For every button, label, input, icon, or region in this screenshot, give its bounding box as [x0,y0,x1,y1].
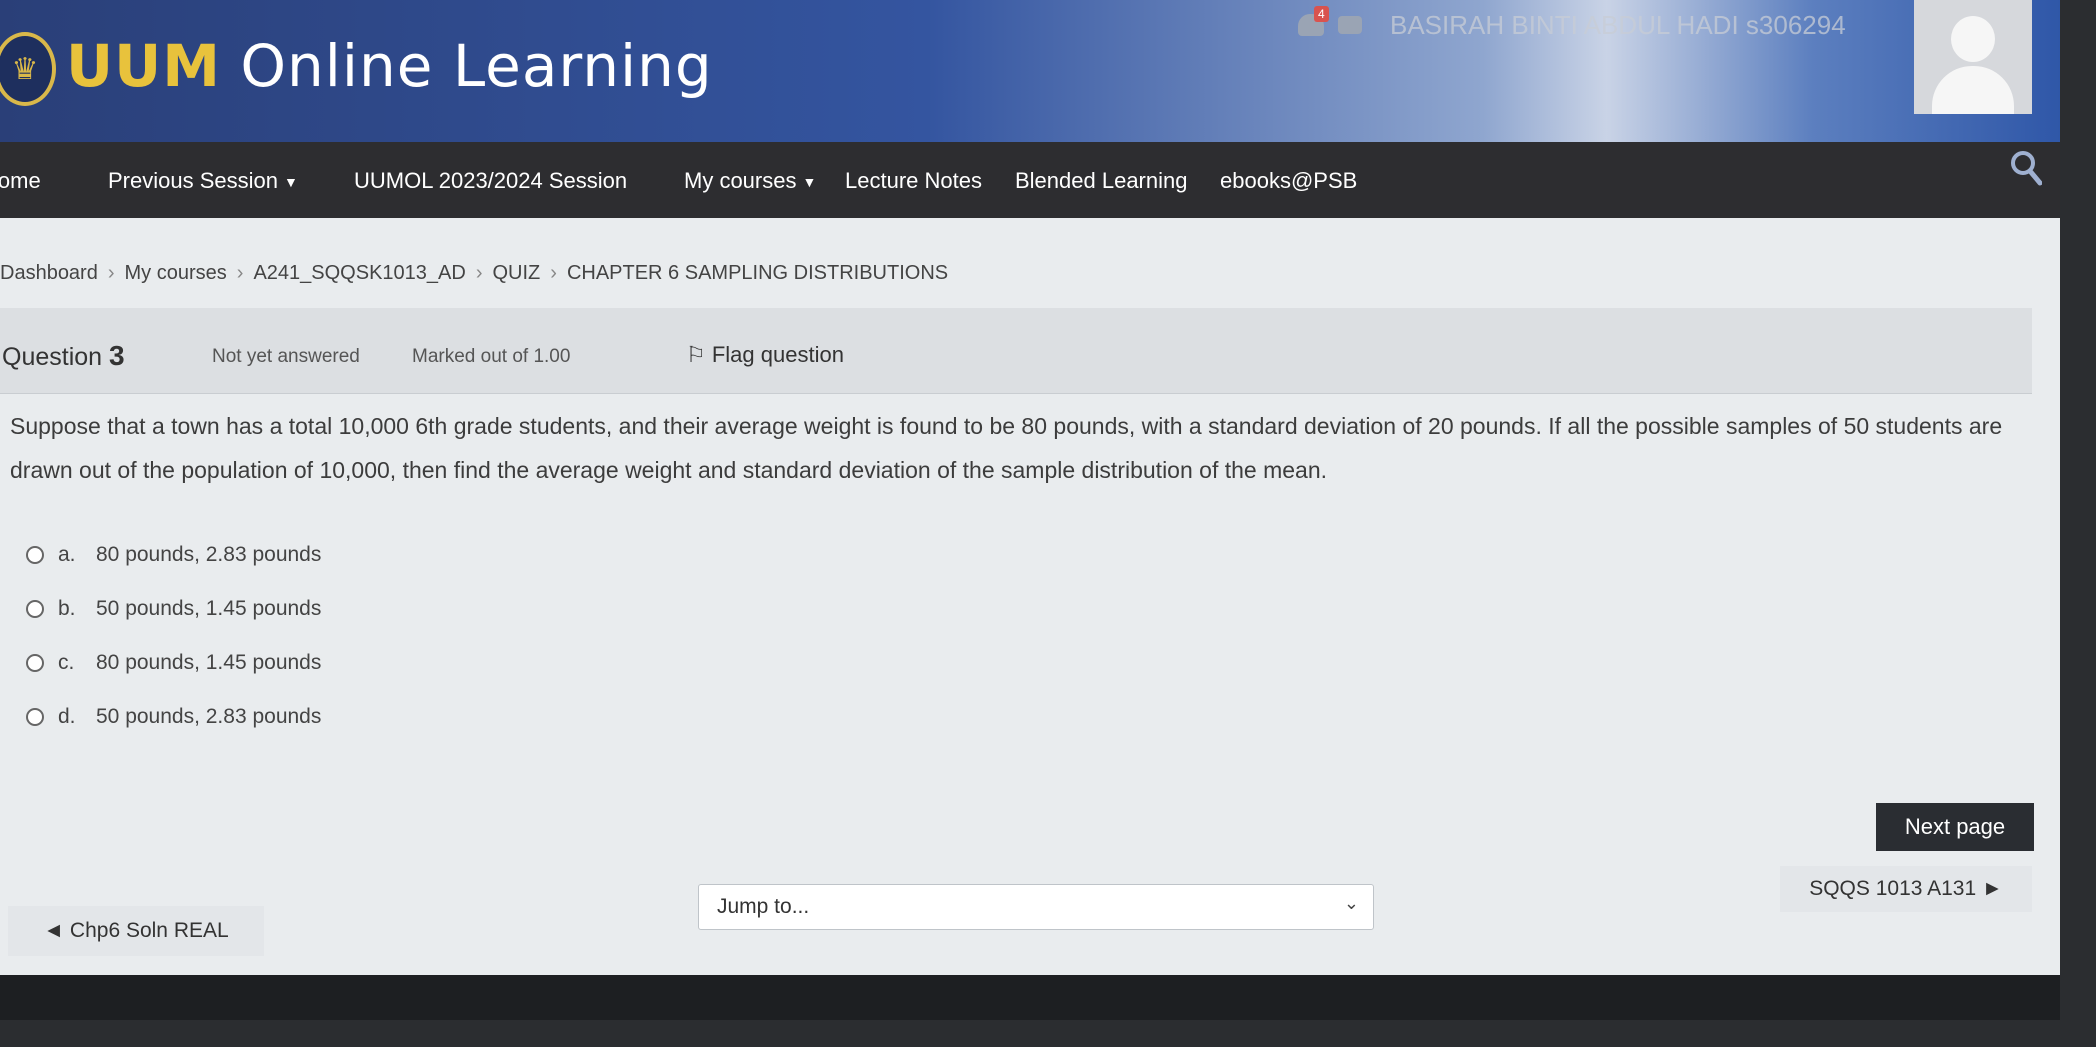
radio-button[interactable] [26,600,44,618]
notification-area: 4 [1298,6,1362,36]
answer-option-a[interactable]: a. 80 pounds, 2.83 pounds [26,528,321,582]
nav-blended-learning[interactable]: Blended Learning [1015,168,1187,194]
previous-activity-link[interactable]: ◄ Chp6 Soln REAL [8,906,264,956]
answer-options: a. 80 pounds, 2.83 pounds b. 50 pounds, … [26,528,321,744]
flag-icon: ⚐ [686,342,706,367]
question-text: Suppose that a town has a total 10,000 6… [10,413,2003,483]
university-logo-icon[interactable]: ♛ [0,32,56,106]
caret-down-icon: ▼ [802,174,817,191]
question-title: Question 3 [2,340,125,372]
nav-my-courses[interactable]: My courses ▼ [684,168,816,194]
bell-icon[interactable]: 4 [1298,6,1329,36]
answer-letter: b. [58,597,76,620]
radio-button[interactable] [26,654,44,672]
next-activity-link[interactable]: SQQS 1013 A131 ► [1780,866,2032,912]
breadcrumb-dashboard[interactable]: Dashboard [0,262,98,284]
question-status: Not yet answered [212,346,360,367]
caret-down-icon: ▼ [283,174,298,191]
main-content: Dashboard › My courses › A241_SQQSK1013_AD › Q… [0,218,2060,975]
answer-text[interactable]: 50 pounds, 2.83 pounds [96,705,321,729]
next-page-button[interactable]: Next page [1876,803,2034,851]
breadcrumb-separator-icon: › [550,262,557,284]
breadcrumb-separator-icon: › [107,262,115,284]
radio-button[interactable] [26,708,44,726]
nav-lecture-notes[interactable]: Lecture Notes [845,168,982,194]
nav-home[interactable]: Home [0,168,41,194]
question-number: 3 [109,340,125,371]
breadcrumb: Dashboard › My courses › A241_SQQSK1013_AD › Q… [0,262,948,285]
notification-badge: 4 [1314,6,1329,22]
nav-uumol-session[interactable]: UUMOL 2023/2024 Session [354,168,627,194]
avatar[interactable] [1914,0,2032,114]
flag-question-button[interactable]: ⚐ Flag question [686,342,844,368]
answer-text[interactable]: 80 pounds, 1.45 pounds [96,651,321,675]
breadcrumb-separator-icon: › [475,262,483,284]
messages-icon[interactable] [1338,16,1362,34]
jump-to-select[interactable]: Jump to... ⌄ [698,884,1374,930]
flag-question-label: Flag question [711,342,844,367]
search-icon[interactable] [2010,150,2042,186]
breadcrumb-my-courses[interactable]: My courses [125,262,227,284]
breadcrumb-separator-icon: › [236,262,244,284]
radio-button[interactable] [26,546,44,564]
nav-previous-session-label: Previous Session [108,168,278,193]
site-header: ♛ UUM Online Learning 4 BASIRAH BINTI AB… [0,0,2060,142]
main-navbar: Home Previous Session ▼ UUMOL 2023/2024 S… [0,142,2060,218]
jump-to-label: Jump to... [717,895,810,918]
answer-option-b[interactable]: b. 50 pounds, 1.45 pounds [26,582,321,636]
answer-letter: a. [58,543,76,566]
question-info-bar: Question 3 Not yet answered Marked out o… [0,308,2032,394]
user-menu[interactable]: BASIRAH BINTI ABDUL HADI s306294 [1390,10,1846,41]
avatar-body [1932,66,2014,114]
question-label: Question [2,343,103,371]
site-title[interactable]: UUM Online Learning [66,32,713,100]
site-title-brand: UUM [66,32,221,100]
question-marks: Marked out of 1.00 [412,346,571,367]
nav-my-courses-label: My courses [684,168,797,193]
nav-ebooks[interactable]: ebooks@PSB [1220,168,1357,194]
nav-previous-session[interactable]: Previous Session ▼ [108,168,298,194]
answer-letter: d. [58,705,76,728]
breadcrumb-quiz[interactable]: QUIZ [492,262,540,284]
answer-option-c[interactable]: c. 80 pounds, 1.45 pounds [26,636,321,690]
breadcrumb-chapter[interactable]: CHAPTER 6 SAMPLING DISTRIBUTIONS [567,262,948,284]
answer-option-d[interactable]: d. 50 pounds, 2.83 pounds [26,690,321,744]
avatar-head [1951,16,1995,62]
chevron-down-icon: ⌄ [1343,893,1359,913]
answer-text[interactable]: 80 pounds, 2.83 pounds [96,543,321,567]
breadcrumb-course[interactable]: A241_SQQSK1013_AD [253,262,465,284]
site-title-rest: Online Learning [220,32,713,100]
page-footer [0,975,2060,1020]
answer-text[interactable]: 50 pounds, 1.45 pounds [96,597,321,621]
answer-letter: c. [58,651,75,674]
